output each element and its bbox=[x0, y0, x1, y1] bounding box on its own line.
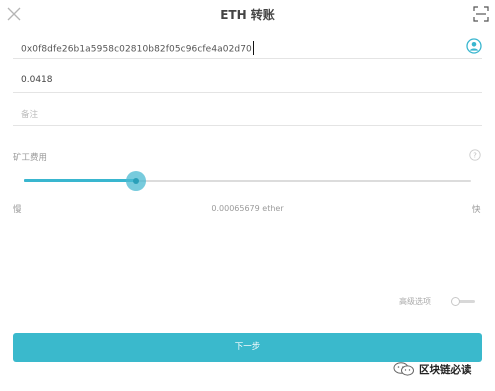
top-bar: ETH 转账 bbox=[0, 0, 495, 30]
advanced-options-label: 高级选项 bbox=[399, 297, 431, 306]
memo-input[interactable]: 备注 bbox=[21, 108, 38, 120]
svg-text:?: ? bbox=[473, 152, 477, 160]
amount-input[interactable]: 0.0418 bbox=[21, 75, 53, 85]
fee-value: 0.00065679 ether bbox=[211, 204, 284, 213]
fee-label: 矿工费用 bbox=[13, 153, 48, 163]
text-cursor bbox=[252, 41, 255, 55]
fast-label: 快 bbox=[472, 205, 481, 215]
advanced-options-toggle[interactable] bbox=[451, 297, 477, 306]
memo-field[interactable]: 备注 bbox=[13, 93, 482, 126]
address-value: 0x0f8dfe26b1a5958c02810b82f05c96cfe4a02d… bbox=[21, 44, 252, 55]
address-input[interactable]: 0x0f8dfe26b1a5958c02810b82f05c96cfe4a02d… bbox=[21, 41, 255, 56]
contact-icon[interactable] bbox=[466, 38, 482, 54]
toggle-knob bbox=[451, 297, 460, 306]
amount-field[interactable]: 0.0418 bbox=[13, 59, 482, 93]
fee-slider-thumb[interactable] bbox=[125, 171, 146, 191]
question-icon[interactable]: ? bbox=[469, 149, 481, 161]
wechat-icon bbox=[393, 362, 414, 376]
page-title: ETH 转账 bbox=[220, 8, 275, 22]
watermark-text: 区块链必读 bbox=[419, 364, 472, 376]
next-step-button[interactable]: 下一步 bbox=[13, 333, 482, 362]
scan-icon[interactable] bbox=[473, 6, 489, 22]
address-field[interactable]: 0x0f8dfe26b1a5958c02810b82f05c96cfe4a02d… bbox=[13, 30, 482, 59]
fee-slider-fill bbox=[24, 179, 136, 182]
